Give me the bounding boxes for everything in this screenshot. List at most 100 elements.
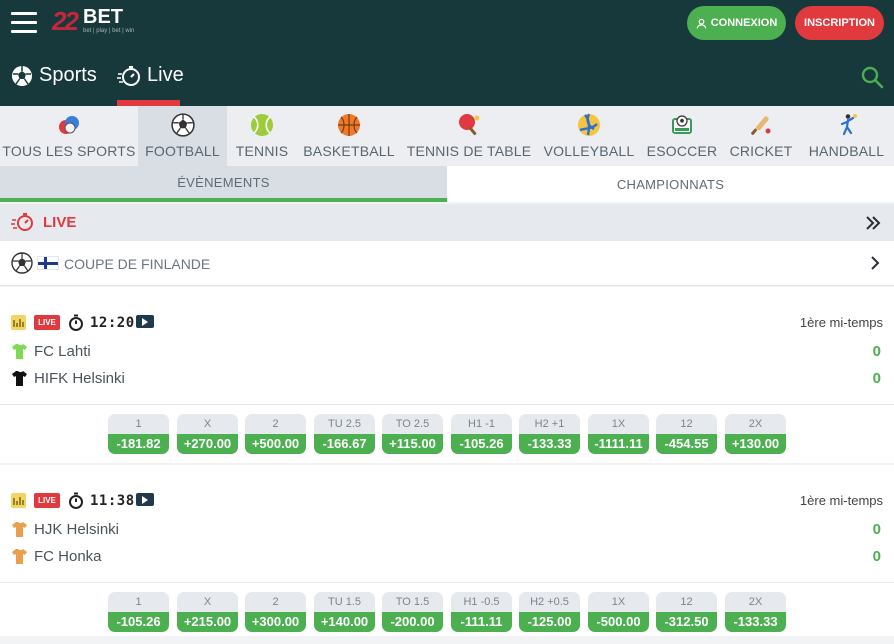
odd-value: +115.00 — [382, 434, 443, 454]
odd-label: 1X — [611, 596, 626, 608]
away-score: 0 — [872, 548, 881, 565]
tab-events-label: ÉVÈNEMENTS — [177, 174, 270, 190]
hamburger-menu-icon[interactable] — [11, 12, 37, 34]
tab-championships[interactable]: CHAMPIONNATS — [447, 166, 894, 202]
team-shirt-icon — [12, 343, 27, 359]
team-name: FC Lahti — [34, 342, 91, 360]
live-stream-icon[interactable] — [136, 493, 154, 506]
odds-row: 1 -105.26 X +215.00 2 +300.00 TU 1.5 +140.00… — [0, 583, 894, 636]
odd-button[interactable]: TO 1.5 -200.00 — [382, 592, 443, 632]
odds-row: 1 -181.82 X +270.00 2 +500.00 TU 2.5 -166.67… — [0, 405, 894, 463]
match-info[interactable]: LIVE 11:38 1ère mi-temps HJK Helsinki 0 … — [0, 465, 894, 583]
match-card[interactable]: LIVE 11:38 1ère mi-temps HJK Helsinki 0 … — [0, 465, 894, 636]
sport-tab-volleyball[interactable]: VOLLEYBALL — [537, 106, 641, 166]
statistics-icon[interactable] — [11, 493, 26, 508]
odd-button[interactable]: 12 -454.55 — [656, 414, 717, 454]
odd-button[interactable]: 12 -312.50 — [656, 592, 717, 632]
nav-tab-live[interactable]: Live — [117, 64, 184, 87]
odd-button[interactable]: 2 +300.00 — [245, 592, 306, 632]
odd-label: H1 -1 — [468, 418, 495, 430]
sport-tab-table-tennis[interactable]: TENNIS DE TABLE — [401, 106, 537, 166]
team-shirt-icon — [12, 370, 27, 386]
odd-button[interactable]: 1 -181.82 — [108, 414, 169, 454]
tab-events[interactable]: ÉVÈNEMENTS — [0, 166, 447, 202]
odd-label: H2 +1 — [534, 418, 565, 430]
match-info[interactable]: LIVE 12:20 1ère mi-temps FC Lahti 0 HIFK… — [0, 287, 894, 405]
league-name: COUPE DE FINLANDE — [64, 256, 211, 272]
league-row[interactable]: COUPE DE FINLANDE — [0, 241, 894, 286]
odd-button[interactable]: 1X -500.00 — [588, 592, 649, 632]
sport-label: TOUS LES SPORTS — [2, 143, 136, 159]
sport-tab-basketball[interactable]: BASKETBALL — [297, 106, 401, 166]
odd-label: H2 +0.5 — [530, 596, 569, 608]
register-label: INSCRIPTION — [804, 17, 875, 29]
ping-pong-icon — [457, 113, 481, 137]
odd-value: -166.67 — [314, 434, 375, 454]
odd-button[interactable]: 1 -105.26 — [108, 592, 169, 632]
sport-tab-tennis[interactable]: TENNIS — [227, 106, 297, 166]
odd-label: 1X — [611, 418, 626, 430]
odd-value: +300.00 — [245, 612, 306, 632]
odd-value: -181.82 — [108, 434, 169, 454]
team-shirt-icon — [12, 521, 27, 537]
login-button[interactable]: CONNEXION — [687, 6, 786, 40]
odd-value: +270.00 — [177, 434, 238, 454]
live-badge: LIVE — [34, 315, 60, 330]
odd-button[interactable]: H2 +0.5 -125.00 — [519, 592, 580, 632]
match-period: 1ère mi-temps — [799, 493, 883, 508]
login-label: CONNEXION — [710, 17, 778, 29]
live-stream-icon[interactable] — [136, 315, 154, 328]
handball-icon — [835, 113, 859, 137]
soccer-ball-icon — [12, 65, 32, 86]
sport-tab-handball[interactable]: HANDBALL — [799, 106, 894, 166]
odd-label: TO 1.5 — [395, 596, 430, 608]
sport-tab-football[interactable]: FOOTBALL — [138, 106, 227, 166]
odd-button[interactable]: TO 2.5 +115.00 — [382, 414, 443, 454]
nav-tab-sports[interactable]: Sports — [11, 64, 97, 87]
odd-button[interactable]: TU 2.5 -166.67 — [314, 414, 375, 454]
odd-button[interactable]: TU 1.5 +140.00 — [314, 592, 375, 632]
away-score: 0 — [872, 370, 881, 387]
sport-tab-esoccer[interactable]: ESOCCER — [641, 106, 723, 166]
sport-tab-cricket[interactable]: CRICKET — [723, 106, 799, 166]
odd-button[interactable]: 2 +500.00 — [245, 414, 306, 454]
odd-button[interactable]: H1 -0.5 -111.11 — [451, 592, 512, 632]
odd-label: 12 — [680, 418, 693, 430]
logo-tagline: bet | play | bet | win — [83, 28, 135, 34]
odd-button[interactable]: 2X -133.33 — [725, 592, 786, 632]
double-chevron-right-icon[interactable] — [865, 216, 881, 230]
site-logo[interactable]: 22 BET bet | play | bet | win — [52, 4, 152, 38]
sport-label: VOLLEYBALL — [543, 143, 635, 159]
odd-value: -133.33 — [519, 434, 580, 454]
match-card[interactable]: LIVE 12:20 1ère mi-temps FC Lahti 0 HIFK… — [0, 287, 894, 463]
sport-tab-all[interactable]: TOUS LES SPORTS — [0, 106, 138, 166]
odd-value: +130.00 — [725, 434, 786, 454]
odd-button[interactable]: H2 +1 -133.33 — [519, 414, 580, 454]
statistics-icon[interactable] — [11, 315, 26, 330]
odd-label: 2X — [748, 596, 763, 608]
odd-button[interactable]: 2X +130.00 — [725, 414, 786, 454]
odd-value: -312.50 — [656, 612, 717, 632]
odd-label: X — [203, 418, 212, 430]
odd-value: +140.00 — [314, 612, 375, 632]
sport-label: TENNIS DE TABLE — [406, 143, 532, 159]
all-sports-icon — [57, 113, 81, 137]
match-period: 1ère mi-temps — [799, 315, 883, 330]
odd-label: TU 1.5 — [327, 596, 361, 608]
odd-button[interactable]: X +215.00 — [177, 592, 238, 632]
soccer-ball-icon — [11, 252, 33, 274]
sport-label: BASKETBALL — [303, 143, 395, 159]
odd-label: X — [203, 596, 212, 608]
live-badge: LIVE — [34, 493, 60, 508]
register-button[interactable]: INSCRIPTION — [795, 6, 884, 40]
odd-button[interactable]: 1X -1111.11 — [588, 414, 649, 454]
odd-value: -125.00 — [519, 612, 580, 632]
chevron-right-icon[interactable] — [870, 256, 880, 270]
odd-button[interactable]: X +270.00 — [177, 414, 238, 454]
odd-button[interactable]: H1 -1 -105.26 — [451, 414, 512, 454]
live-section-title: LIVE — [43, 214, 77, 231]
live-section-header[interactable]: LIVE — [0, 204, 894, 241]
stopwatch-icon — [69, 492, 83, 509]
search-icon[interactable] — [860, 65, 884, 89]
sport-label: CRICKET — [729, 143, 793, 159]
